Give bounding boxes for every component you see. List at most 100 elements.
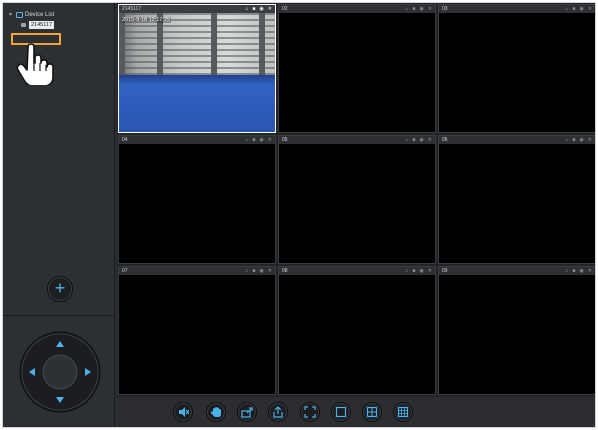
video-tile[interactable]: 04 ⌂ ■ ◉ ✕ — [118, 135, 276, 264]
ptz-control[interactable] — [19, 331, 101, 413]
tile-title: 06 — [442, 137, 448, 143]
snapshot-icon[interactable]: ◉ — [419, 267, 423, 275]
video-tile[interactable]: 08 ⌂ ■ ◉ ✕ — [278, 266, 436, 395]
layout-1-button[interactable] — [331, 402, 351, 422]
tile-title: 05 — [282, 137, 288, 143]
tile-tools: ⌂ ■ ◉ ✕ — [405, 5, 435, 13]
plus-icon: + — [54, 278, 66, 298]
video-tile[interactable]: 2145117 ⌂ ■ ◉ ✕ 2015-9-18 12:17:25 — [118, 4, 276, 133]
close-icon[interactable]: ✕ — [428, 136, 432, 144]
close-icon[interactable]: ✕ — [588, 5, 592, 13]
tile-header: 03 ⌂ ■ ◉ ✕ — [439, 5, 595, 13]
ptz-center[interactable] — [42, 354, 78, 390]
record-icon[interactable]: ■ — [572, 136, 575, 144]
tile-header: 06 ⌂ ■ ◉ ✕ — [439, 136, 595, 144]
pointing-hand-icon — [16, 43, 54, 85]
video-frame-pillar — [211, 13, 217, 75]
snapshot-icon[interactable]: ◉ — [419, 136, 423, 144]
snapshot-icon[interactable]: ◉ — [419, 5, 423, 13]
video-tile[interactable]: 07 ⌂ ■ ◉ ✕ — [118, 266, 276, 395]
video-frame-shade — [119, 75, 275, 85]
record-icon[interactable]: ■ — [252, 5, 255, 13]
record-icon[interactable]: ■ — [572, 267, 575, 275]
close-icon[interactable]: ✕ — [268, 136, 272, 144]
record-icon[interactable]: ■ — [412, 5, 415, 13]
microphone-icon[interactable]: ⌂ — [245, 136, 248, 144]
video-tile[interactable]: 06 ⌂ ■ ◉ ✕ — [438, 135, 595, 264]
snapshot-icon[interactable]: ◉ — [259, 5, 263, 13]
video-tile[interactable]: 09 ⌂ ■ ◉ ✕ — [438, 266, 595, 395]
collapse-icon[interactable]: ▾ — [9, 10, 15, 20]
mute-icon — [179, 407, 189, 417]
layout-9-button[interactable] — [393, 402, 413, 422]
microphone-icon[interactable]: ⌂ — [565, 267, 568, 275]
record-icon[interactable]: ■ — [412, 136, 415, 144]
close-icon[interactable]: ✕ — [428, 5, 432, 13]
microphone-icon[interactable]: ⌂ — [245, 267, 248, 275]
export-button[interactable] — [237, 402, 257, 422]
tile-tools: ⌂ ■ ◉ ✕ — [245, 136, 275, 144]
video-tile[interactable]: 03 ⌂ ■ ◉ ✕ — [438, 4, 595, 133]
microphone-icon[interactable]: ⌂ — [565, 5, 568, 13]
video-timestamp: 2015-9-18 12:17:25 — [121, 17, 172, 23]
tile-header: 05 ⌂ ■ ◉ ✕ — [279, 136, 435, 144]
layout-4-icon — [366, 406, 378, 418]
microphone-icon[interactable]: ⌂ — [405, 136, 408, 144]
record-icon[interactable]: ■ — [412, 267, 415, 275]
device-node[interactable]: 2145117 — [21, 20, 55, 29]
mute-button[interactable] — [173, 402, 193, 422]
tile-header: 04 ⌂ ■ ◉ ✕ — [119, 136, 275, 144]
hand-stop-icon — [210, 407, 221, 417]
tile-header: 02 ⌂ ■ ◉ ✕ — [279, 5, 435, 13]
tile-title: 08 — [282, 268, 288, 274]
tile-tools: ⌂ ■ ◉ ✕ — [245, 5, 275, 13]
close-icon[interactable]: ✕ — [588, 267, 592, 275]
sidebar: ▾ Device List 2145117 + — [3, 3, 115, 427]
fullscreen-icon — [304, 406, 316, 418]
video-frame-pillar — [259, 13, 265, 75]
snapshot-icon[interactable]: ◉ — [579, 136, 583, 144]
tile-tools: ⌂ ■ ◉ ✕ — [405, 267, 435, 275]
fullscreen-button[interactable] — [300, 402, 320, 422]
device-list-icon — [16, 12, 23, 18]
tile-title: 03 — [442, 6, 448, 12]
device-list-node[interactable]: ▾ Device List — [9, 10, 54, 20]
snapshot-icon[interactable]: ◉ — [579, 267, 583, 275]
device-list-label: Device List — [25, 12, 55, 18]
snapshot-icon[interactable]: ◉ — [259, 136, 263, 144]
close-icon[interactable]: ✕ — [428, 267, 432, 275]
video-tile[interactable]: 05 ⌂ ■ ◉ ✕ — [278, 135, 436, 264]
microphone-icon[interactable]: ⌂ — [245, 5, 248, 13]
camera-icon — [21, 22, 26, 27]
tile-title: 2145117 — [122, 6, 142, 12]
record-icon[interactable]: ■ — [572, 5, 575, 13]
snapshot-icon[interactable]: ◉ — [259, 267, 263, 275]
hand-stop-button[interactable] — [206, 402, 226, 422]
close-icon[interactable]: ✕ — [268, 267, 272, 275]
microphone-icon[interactable]: ⌂ — [405, 267, 408, 275]
tile-tools: ⌂ ■ ◉ ✕ — [245, 267, 275, 275]
close-icon[interactable]: ✕ — [268, 5, 272, 13]
layout-4-button[interactable] — [362, 402, 382, 422]
add-device-button[interactable]: + — [47, 276, 73, 302]
record-icon[interactable]: ■ — [252, 267, 255, 275]
sidebar-divider — [3, 315, 114, 316]
video-tile[interactable]: 02 ⌂ ■ ◉ ✕ — [278, 4, 436, 133]
device-label[interactable]: 2145117 — [29, 20, 55, 29]
tile-tools: ⌂ ■ ◉ ✕ — [565, 267, 595, 275]
tile-header: 09 ⌂ ■ ◉ ✕ — [439, 267, 595, 275]
close-icon[interactable]: ✕ — [588, 136, 592, 144]
snapshot-icon[interactable]: ◉ — [579, 5, 583, 13]
layout-9-icon — [397, 406, 409, 418]
record-icon[interactable]: ■ — [252, 136, 255, 144]
tile-title: 09 — [442, 268, 448, 274]
live-video-feed[interactable]: 2015-9-18 12:17:25 — [119, 13, 275, 132]
tile-tools: ⌂ ■ ◉ ✕ — [565, 136, 595, 144]
microphone-icon[interactable]: ⌂ — [405, 5, 408, 13]
tile-title: 02 — [282, 6, 288, 12]
export-icon — [241, 407, 253, 418]
microphone-icon[interactable]: ⌂ — [565, 136, 568, 144]
video-grid: 2145117 ⌂ ■ ◉ ✕ 2015-9-18 12:17:25 02 ⌂ ■ ◉ ✕ 03 ⌂ ■ ◉… — [117, 3, 595, 397]
import-button[interactable] — [268, 402, 288, 422]
tile-title: 04 — [122, 137, 128, 143]
